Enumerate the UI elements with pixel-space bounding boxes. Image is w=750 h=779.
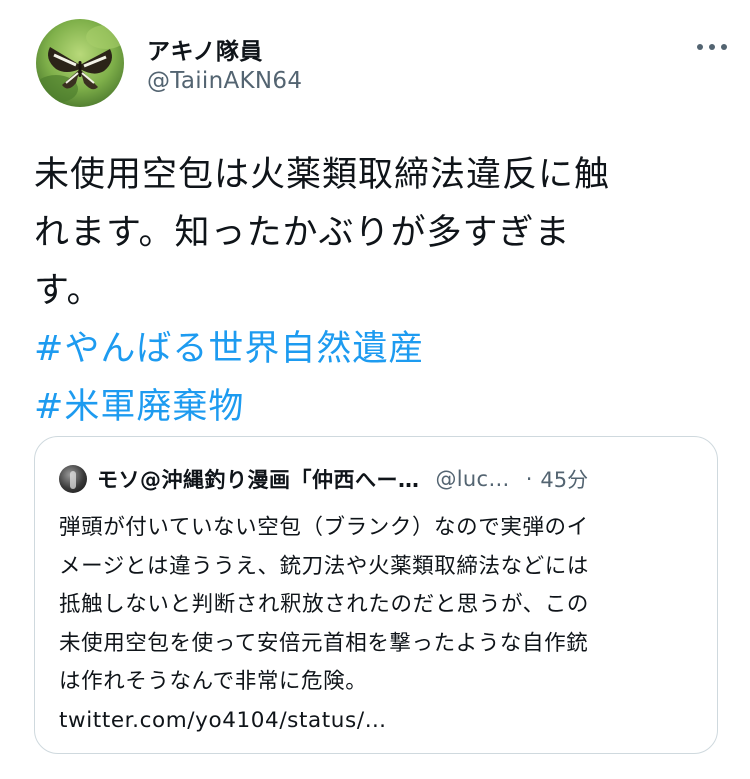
quoted-timestamp: 45分 [540,468,589,492]
hashtag-link[interactable]: #米軍廃棄物 [34,378,714,436]
tweet-card: アキノ隊員 @TaiinAKN64 未使用空包は火薬類取締法違反に触 れます。知… [0,0,750,779]
more-dot [721,44,727,50]
author-handle[interactable]: @TaiinAKN64 [147,68,302,94]
tweet-text-line: す。 [34,271,103,311]
author-avatar[interactable] [36,19,124,107]
quoted-tweet-text: 弾頭が付いていない空包（ブランク）なので実弾のイ メージとは違ううえ、銃刀法や火… [59,509,709,740]
tweet-text-line: 未使用空包は火薬類取締法違反に触 [34,155,611,195]
more-dot [697,44,703,50]
quoted-text-line: 弾頭が付いていない空包（ブランク）なので実弾のイ [59,515,589,540]
hashtag-link[interactable]: #やんばる世界自然遺産 [34,320,714,378]
quoted-text-line: 未使用空包を使って安倍元首相を撃ったような自作銃 [59,630,589,656]
quoted-author-handle: @luc… [435,467,510,491]
author-display-name[interactable]: アキノ隊員 [147,32,263,66]
tweet-text: 未使用空包は火薬類取締法違反に触 れます。知ったかぶりが多すぎま す。 #やんば… [34,146,714,436]
more-dot [709,44,715,50]
quoted-text-line: 抵触しないと判断され釈放されたのだと思うが、この [59,592,589,617]
quoted-text-line: メージとは違ううえ、銃刀法や火薬類取締法などには [59,553,589,579]
quoted-author-name: モソ@沖縄釣り漫画「仲西へー… [97,468,420,492]
tweet-text-line: れます。知ったかぶりが多すぎま [34,213,571,253]
quoted-link[interactable]: twitter.com/yo4104/status/… [59,702,709,741]
quoted-tweet-header: モソ@沖縄釣り漫画「仲西へー… @luc… · 45分 [59,463,588,495]
quoted-tweet[interactable]: モソ@沖縄釣り漫画「仲西へー… @luc… · 45分 弾頭が付いていない空包（… [34,436,718,754]
quoted-text-line: は作れそうなんで非常に危険。 [59,669,368,694]
more-dots-icon[interactable] [692,35,732,59]
separator-dot: · [525,467,533,491]
quoted-author-avatar [59,465,87,493]
butterfly-avatar-icon [36,19,124,107]
